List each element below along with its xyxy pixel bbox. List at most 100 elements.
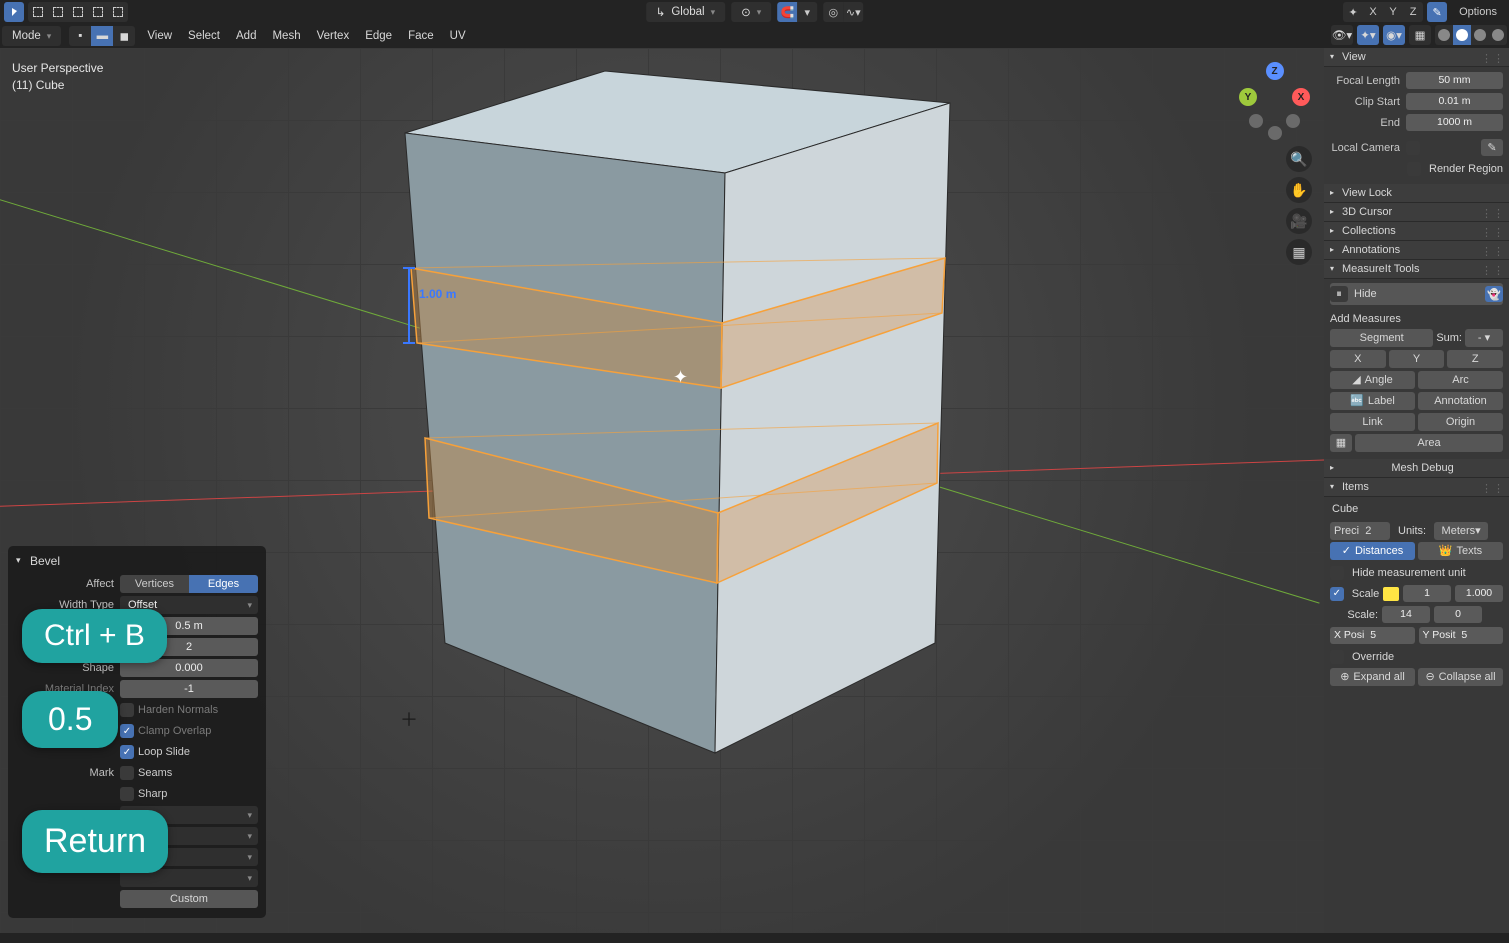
- harden-check[interactable]: [120, 703, 134, 717]
- scale-check[interactable]: ✓: [1330, 587, 1344, 601]
- cube-object[interactable]: 1.00 m ✦: [395, 63, 955, 783]
- menu-add[interactable]: Add: [232, 30, 260, 42]
- angle-btn[interactable]: ◢ Angle: [1330, 371, 1415, 389]
- menu-vertex[interactable]: Vertex: [313, 30, 354, 42]
- mirror-toggle[interactable]: ✦: [1343, 2, 1363, 22]
- area-btn[interactable]: Area: [1355, 434, 1503, 452]
- mode-dropdown[interactable]: Mode: [2, 26, 61, 46]
- affect-vertices[interactable]: Vertices: [120, 575, 189, 593]
- proportional-edit[interactable]: ◎: [823, 2, 843, 22]
- menu-face[interactable]: Face: [404, 30, 438, 42]
- gizmo-x[interactable]: X: [1292, 88, 1310, 106]
- scale-a[interactable]: 1: [1403, 585, 1451, 602]
- annotation-btn[interactable]: Annotation: [1418, 392, 1503, 410]
- ortho-icon[interactable]: ▦: [1286, 239, 1312, 265]
- menu-uv[interactable]: UV: [446, 30, 470, 42]
- shading-wire[interactable]: [1435, 25, 1453, 45]
- loopslide-check[interactable]: ✓: [120, 745, 134, 759]
- clipend-field[interactable]: 1000 m: [1406, 114, 1503, 131]
- snap-menu[interactable]: ▾: [797, 2, 817, 22]
- gizmo-neg-y[interactable]: [1249, 114, 1263, 128]
- gizmo-z[interactable]: Z: [1266, 62, 1284, 80]
- menu-mesh[interactable]: Mesh: [268, 30, 304, 42]
- operator-title[interactable]: Bevel: [16, 552, 258, 574]
- grid-icon[interactable]: ▦: [1330, 434, 1352, 452]
- select-box[interactable]: [28, 2, 48, 22]
- face-mode[interactable]: ◼: [113, 26, 135, 46]
- menu-select[interactable]: Select: [184, 30, 224, 42]
- measure-z[interactable]: Z: [1447, 350, 1503, 368]
- section-measureit[interactable]: MeasureIt Tools⋮⋮: [1324, 260, 1509, 279]
- visibility-dropdown[interactable]: 👁▾: [1331, 25, 1353, 45]
- link-btn[interactable]: Link: [1330, 413, 1415, 431]
- orientation-dropdown[interactable]: ↳ Global: [646, 2, 725, 22]
- zoom-icon[interactable]: 🔍: [1286, 146, 1312, 172]
- scale-b[interactable]: 1.000: [1455, 585, 1503, 602]
- shading-rendered[interactable]: [1489, 25, 1507, 45]
- select-subtract[interactable]: [68, 2, 88, 22]
- cursor-tool[interactable]: [4, 2, 24, 22]
- select-intersect[interactable]: [108, 2, 128, 22]
- collapseall-btn[interactable]: ⊖ Collapse all: [1418, 668, 1503, 686]
- automerge-toggle[interactable]: ✎: [1427, 2, 1447, 22]
- override-check[interactable]: [1330, 650, 1344, 664]
- ypos-field[interactable]: Y Posit 5: [1419, 627, 1504, 644]
- edge-mode[interactable]: ▬: [91, 26, 113, 46]
- xpos-field[interactable]: X Posi 5: [1330, 627, 1415, 644]
- units-select[interactable]: Meters▾: [1434, 522, 1488, 540]
- 3d-viewport[interactable]: User Perspective (11) Cube 1.00 m: [0, 48, 1324, 933]
- renderregion-check[interactable]: [1407, 162, 1421, 176]
- focal-field[interactable]: 50 mm: [1406, 72, 1503, 89]
- preci-field[interactable]: Preci 2: [1330, 522, 1390, 540]
- overlays-toggle[interactable]: ◉▾: [1383, 25, 1405, 45]
- xray-toggle[interactable]: ▦: [1409, 25, 1431, 45]
- clamp-check[interactable]: ✓: [120, 724, 134, 738]
- segment-btn[interactable]: Segment: [1330, 329, 1433, 347]
- clipstart-field[interactable]: 0.01 m: [1406, 93, 1503, 110]
- texts-btn[interactable]: 👑 Texts: [1418, 542, 1503, 560]
- gizmo-y[interactable]: Y: [1239, 88, 1257, 106]
- vertex-mode[interactable]: ▪: [69, 26, 91, 46]
- section-3dcursor[interactable]: 3D Cursor⋮⋮: [1324, 203, 1509, 222]
- measure-x[interactable]: X: [1330, 350, 1386, 368]
- section-collections[interactable]: Collections⋮⋮: [1324, 222, 1509, 241]
- gizmos-toggle[interactable]: ✦▾: [1357, 25, 1379, 45]
- options-dropdown[interactable]: Options: [1451, 2, 1505, 22]
- select-extend[interactable]: [48, 2, 68, 22]
- localcam-check[interactable]: [1406, 141, 1420, 155]
- hideunit-check[interactable]: [1330, 566, 1344, 580]
- seams-check[interactable]: [120, 766, 134, 780]
- expandall-btn[interactable]: ⊕ Expand all: [1330, 668, 1415, 686]
- snap-toggle[interactable]: 🧲: [777, 2, 797, 22]
- affect-edges[interactable]: Edges: [189, 575, 258, 593]
- pivot-dropdown[interactable]: ⊙: [731, 2, 771, 22]
- gizmo-neg-x[interactable]: [1286, 114, 1300, 128]
- nav-gizmo[interactable]: Z Y X: [1237, 62, 1312, 137]
- sum-select[interactable]: - ▾: [1465, 329, 1503, 347]
- menu-view[interactable]: View: [143, 30, 176, 42]
- section-view[interactable]: View⋮⋮: [1324, 48, 1509, 67]
- gizmo-neg-z[interactable]: [1268, 126, 1282, 140]
- mirror-y[interactable]: Y: [1383, 2, 1403, 22]
- menu-edge[interactable]: Edge: [361, 30, 396, 42]
- section-viewlock[interactable]: View Lock: [1324, 184, 1509, 203]
- arc-btn[interactable]: Arc: [1418, 371, 1503, 389]
- camera-icon[interactable]: 🎥: [1286, 208, 1312, 234]
- sharp-check[interactable]: [120, 787, 134, 801]
- select-invert[interactable]: [88, 2, 108, 22]
- distances-btn[interactable]: ✓ Distances: [1330, 542, 1415, 560]
- profile-custom-btn[interactable]: Custom: [120, 890, 258, 908]
- measureit-hide-btn[interactable]: ⏸ Hide 👻: [1330, 283, 1503, 305]
- label-btn[interactable]: 🔤 Label: [1330, 392, 1415, 410]
- shading-solid[interactable]: [1453, 25, 1471, 45]
- section-annotations[interactable]: Annotations⋮⋮: [1324, 241, 1509, 260]
- scale-c[interactable]: 14: [1382, 606, 1430, 623]
- section-items[interactable]: Items⋮⋮: [1324, 478, 1509, 497]
- color-swatch[interactable]: [1383, 587, 1399, 601]
- pan-icon[interactable]: ✋: [1286, 177, 1312, 203]
- matidx-field[interactable]: -1: [120, 680, 258, 698]
- scale-d[interactable]: 0: [1434, 606, 1482, 623]
- mirror-z[interactable]: Z: [1403, 2, 1423, 22]
- measure-y[interactable]: Y: [1389, 350, 1445, 368]
- proportional-menu[interactable]: ∿▾: [843, 2, 863, 22]
